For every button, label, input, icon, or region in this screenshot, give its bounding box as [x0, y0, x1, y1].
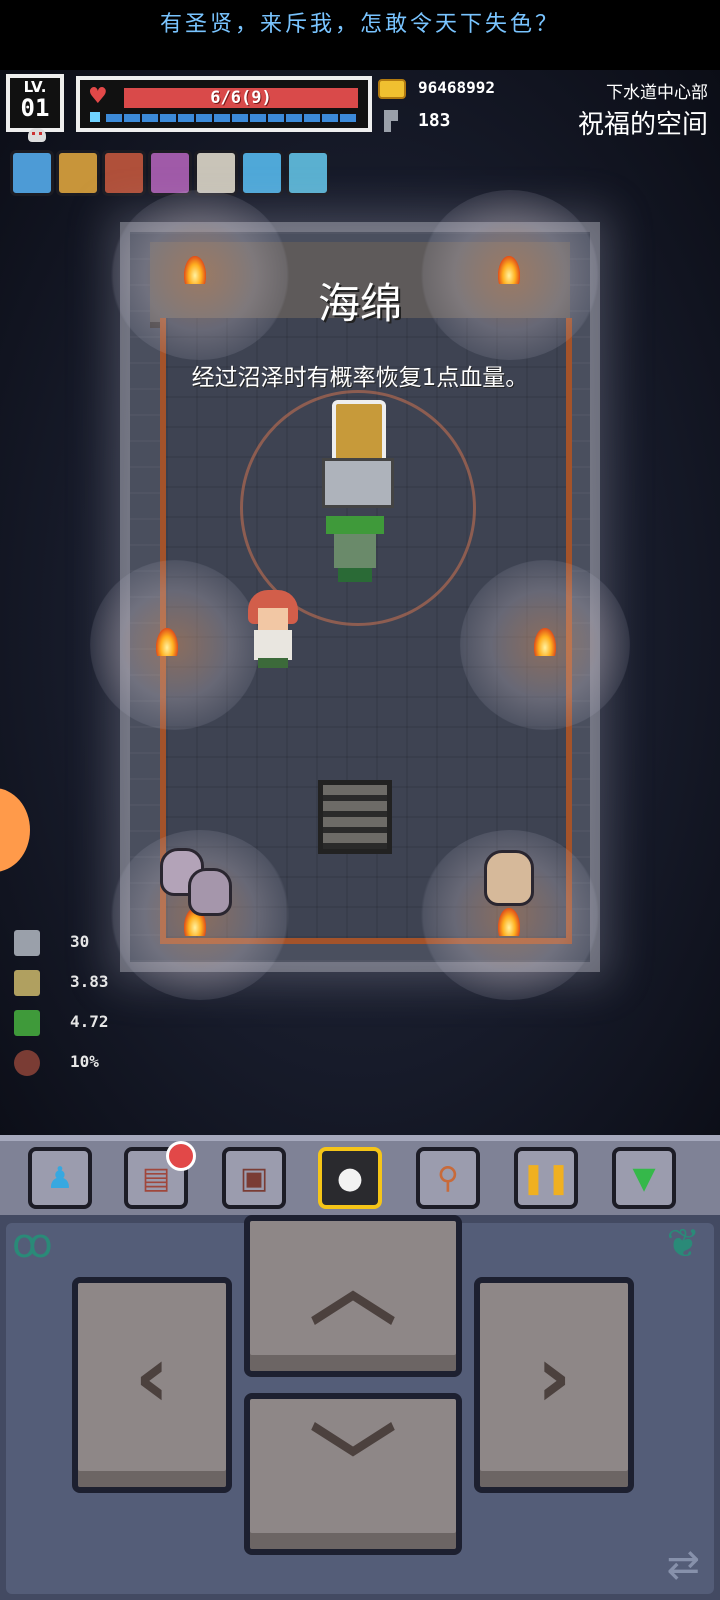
- merchant-npc[interactable]: [326, 510, 384, 582]
- banner-text: 有圣贤，来斥我，怎敢令天下失色？: [159, 12, 560, 37]
- stat-value: 10%: [70, 1052, 99, 1071]
- attack-icon: [14, 930, 40, 956]
- target-button[interactable]: ●: [318, 1147, 382, 1209]
- floating-action-orb[interactable]: [0, 788, 30, 872]
- pause-icon: ❚❚: [520, 1160, 572, 1196]
- pause-button[interactable]: ❚❚: [514, 1147, 578, 1209]
- chevron-right-icon: ›: [536, 1327, 572, 1427]
- stat-row: 10%: [14, 1048, 154, 1078]
- coin-counter: 96468992: [378, 78, 495, 99]
- defense-icon: [14, 1050, 40, 1076]
- key-counter: 183: [384, 110, 451, 132]
- character-button[interactable]: ♟: [28, 1147, 92, 1209]
- search-button[interactable]: ⚲: [416, 1147, 480, 1209]
- target-icon: ●: [336, 1160, 364, 1196]
- game-viewport[interactable]: LV. 01 ♥ 6/6(9) 96468992 183 下水道中心部 祝福的空…: [0, 70, 720, 1135]
- journal-button[interactable]: ▤: [124, 1141, 196, 1209]
- stat-value: 30: [70, 932, 90, 951]
- chevron-down-icon: ▼: [632, 1160, 656, 1196]
- npc-body: [334, 534, 376, 568]
- chevron-left-icon: ‹: [134, 1327, 170, 1427]
- top-banner: 有圣贤，来斥我，怎敢令天下失色？: [0, 0, 720, 70]
- dpad-area: ꝏ ❦ ︿ ‹ › ﹀ ⇄: [0, 1215, 720, 1600]
- move-speed-icon: [14, 1010, 40, 1036]
- level-badge[interactable]: LV. 01: [6, 74, 64, 142]
- mana-bar: [106, 114, 358, 122]
- potion-icon[interactable]: [148, 150, 192, 196]
- coin-value: 96468992: [418, 78, 496, 97]
- crystal-orb-icon[interactable]: [10, 150, 54, 196]
- search-icon: ⚲: [437, 1160, 459, 1196]
- torch-flame-icon: [534, 628, 556, 656]
- player-character: [240, 590, 306, 670]
- dpad-up-button[interactable]: ︿: [244, 1215, 462, 1377]
- berry-basket-icon[interactable]: [102, 150, 146, 196]
- location-area: 下水道中心部: [606, 83, 708, 103]
- location-room: 祝福的空间: [577, 110, 708, 140]
- notification-badge: [166, 1141, 196, 1171]
- level-value: 01: [20, 94, 50, 122]
- stat-row: 30: [14, 928, 154, 958]
- swap-icon[interactable]: ⇄: [666, 1542, 700, 1588]
- stairs-down[interactable]: [318, 780, 392, 854]
- character-icon: ♟: [46, 1160, 74, 1196]
- stat-value: 3.83: [70, 972, 109, 991]
- dpad-left-button[interactable]: ‹: [72, 1277, 232, 1493]
- item-title: 海绵: [317, 279, 402, 328]
- collapse-button[interactable]: ▼: [612, 1147, 676, 1209]
- chevron-up-icon: ︿: [310, 1238, 396, 1338]
- clay-pot[interactable]: [188, 868, 232, 916]
- chevron-down-icon: ﹀: [310, 1416, 396, 1516]
- health-panel: ♥ 6/6(9): [76, 76, 372, 132]
- stat-row: 4.72: [14, 1008, 154, 1038]
- health-text: 6/6(9): [210, 88, 272, 108]
- coin-icon: [378, 78, 406, 99]
- health-bar: 6/6(9): [124, 88, 358, 108]
- stat-value: 4.72: [70, 1012, 109, 1031]
- item-description: 经过沼泽时有概率恢复1点血量。: [191, 365, 529, 391]
- npc-hat: [326, 516, 384, 534]
- hero-body: [254, 630, 292, 660]
- item-pedestal[interactable]: [322, 458, 394, 508]
- heart-icon: ♥: [88, 84, 108, 109]
- dpad-right-button[interactable]: ›: [474, 1277, 634, 1493]
- game-screen: 有圣贤，来斥我，怎敢令天下失色？ LV. 01 ♥ 6/6(9) 9646899…: [0, 0, 720, 1600]
- dpad-down-button[interactable]: ﹀: [244, 1393, 462, 1555]
- leaves-icon: ❦: [666, 1221, 700, 1267]
- sponge-item-icon[interactable]: [332, 400, 386, 466]
- attack-speed-icon: [14, 970, 40, 996]
- hero-face: [258, 608, 288, 630]
- stat-row: 3.83: [14, 968, 154, 998]
- key-value: 183: [418, 110, 451, 131]
- mana-icon: [90, 112, 100, 122]
- bag-icon: ▣: [239, 1160, 269, 1196]
- vine-icon: ꝏ: [12, 1221, 53, 1267]
- torch-flame-icon: [498, 908, 520, 936]
- cross-rune-icon[interactable]: [286, 150, 330, 196]
- clay-pot[interactable]: [484, 850, 534, 906]
- inventory-button[interactable]: ▣: [222, 1147, 286, 1209]
- torch-flame-icon: [156, 628, 178, 656]
- skull-icon: [28, 128, 46, 142]
- funnel-icon[interactable]: [240, 150, 284, 196]
- toolbar: ♟ ▤ ▣ ● ⚲ ❚❚ ▼: [0, 1135, 720, 1215]
- npc-legs: [338, 568, 372, 582]
- key-icon: [384, 110, 398, 132]
- hero-legs: [258, 658, 288, 668]
- sponge-icon[interactable]: [56, 150, 100, 196]
